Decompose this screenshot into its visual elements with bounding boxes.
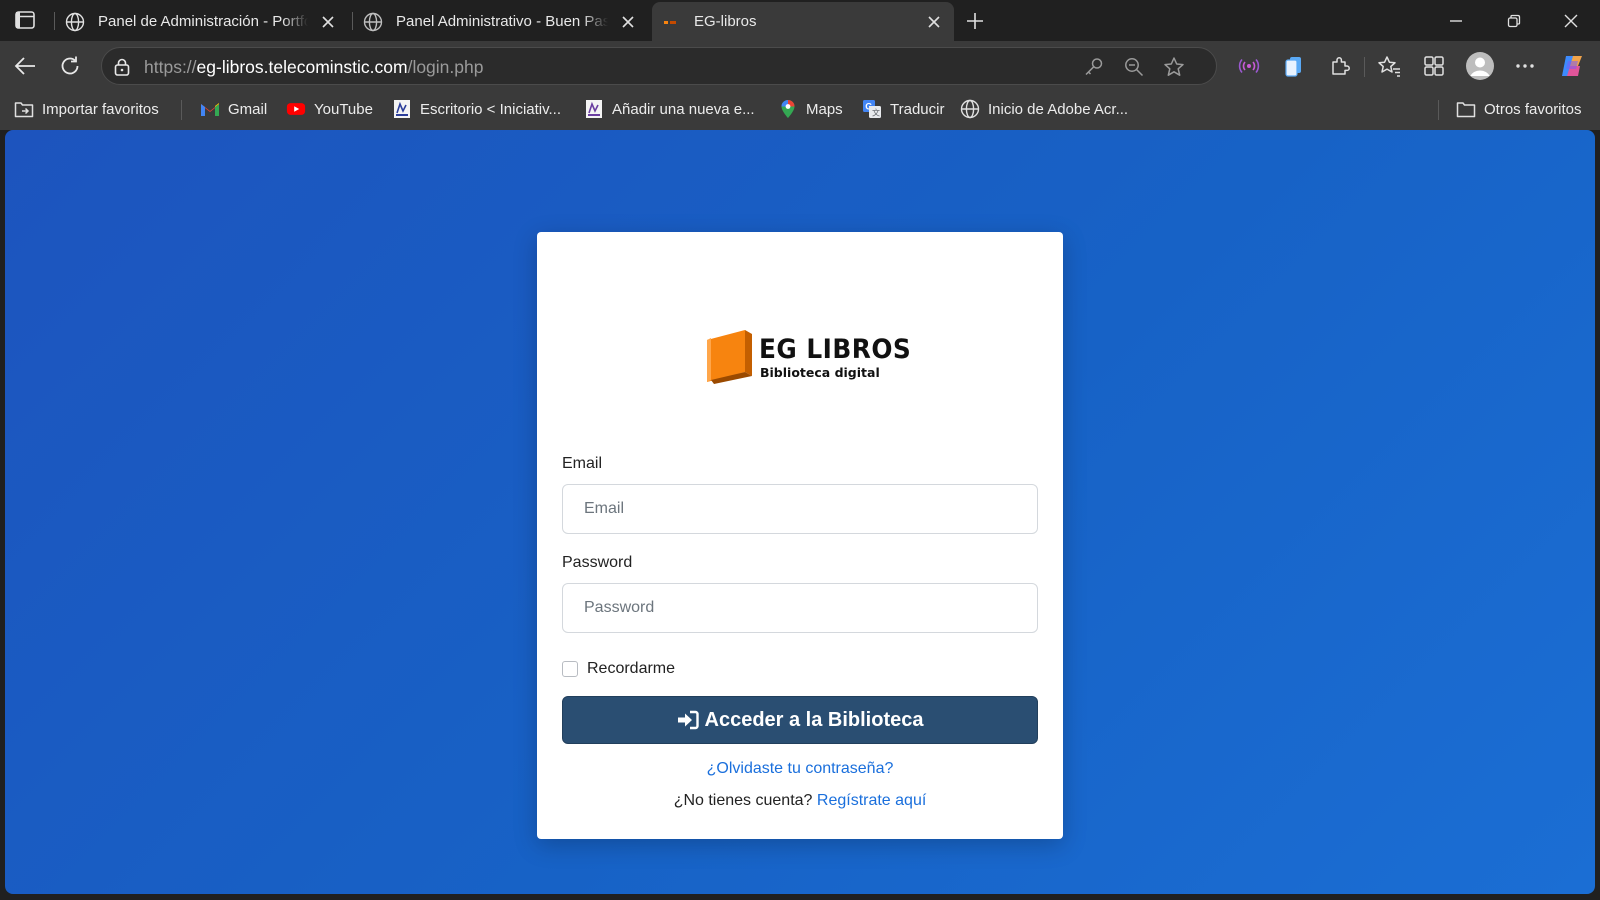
email-input[interactable] bbox=[562, 484, 1038, 534]
bookmark-label: Importar favoritos bbox=[42, 100, 159, 118]
zoom-out-icon[interactable] bbox=[1123, 56, 1145, 78]
restore-icon[interactable] bbox=[1500, 8, 1528, 34]
minimize-icon[interactable] bbox=[1442, 8, 1470, 34]
book-logo-icon bbox=[707, 330, 752, 384]
bookmark-label: Maps bbox=[806, 100, 843, 118]
password-key-icon[interactable] bbox=[1083, 56, 1105, 78]
bookmark-label: Escritorio < Iniciativ... bbox=[420, 100, 562, 118]
bookmark-separator bbox=[1438, 100, 1439, 120]
read-aloud-icon[interactable] bbox=[1236, 53, 1262, 79]
page-viewport: EG LIBROS Biblioteca digital Email Passw… bbox=[5, 130, 1595, 894]
globe-icon bbox=[64, 11, 86, 33]
globe-icon bbox=[362, 11, 384, 33]
bookmark-youtube[interactable]: YouTube bbox=[286, 97, 373, 121]
email-label: Email bbox=[562, 455, 603, 472]
login-submit-button[interactable]: Acceder a la Biblioteca bbox=[562, 696, 1038, 744]
tab-title: Panel Administrativo - Buen Pastor bbox=[396, 13, 608, 30]
bookmark-separator bbox=[181, 100, 182, 120]
translate-icon: G文 bbox=[862, 99, 882, 119]
url-scheme: https:// bbox=[144, 57, 197, 77]
browser-toolbar: https://eg-libros.telecominstic.com/logi… bbox=[0, 41, 1600, 89]
bookmark-gmail[interactable]: Gmail bbox=[200, 97, 267, 121]
register-row: ¿No tienes cuenta? Regístrate aquí bbox=[537, 792, 1063, 810]
tab-eg-libros[interactable]: EG-libros bbox=[652, 2, 954, 41]
password-label: Password bbox=[562, 554, 633, 571]
svg-text:文: 文 bbox=[872, 108, 880, 118]
tab-strip: Panel de Administración - Portfolio Pane… bbox=[0, 0, 1600, 41]
site-favicon bbox=[392, 99, 412, 119]
remember-me-label[interactable]: Recordarme bbox=[587, 660, 675, 678]
tab-panel-buen-pastor[interactable]: Panel Administrativo - Buen Pastor bbox=[354, 2, 648, 41]
bookmark-maps[interactable]: Maps bbox=[778, 97, 843, 121]
remember-me-checkbox[interactable] bbox=[562, 661, 578, 677]
logo-title: EG LIBROS bbox=[759, 334, 912, 365]
tab-panel-portfolio[interactable]: Panel de Administración - Portfolio bbox=[56, 2, 348, 41]
bookmark-escritorio[interactable]: Escritorio < Iniciativ... bbox=[392, 97, 561, 121]
new-tab-icon[interactable] bbox=[962, 8, 988, 34]
remember-me-row: Recordarme bbox=[562, 660, 675, 678]
register-link[interactable]: Regístrate aquí bbox=[817, 792, 926, 809]
tab-separator bbox=[54, 12, 55, 30]
tab-title: Panel de Administración - Portfolio bbox=[98, 13, 308, 30]
password-input[interactable] bbox=[562, 583, 1038, 633]
sign-in-icon bbox=[677, 709, 699, 731]
bookmark-label: YouTube bbox=[314, 100, 373, 118]
bookmark-label: Gmail bbox=[228, 100, 268, 118]
lock-icon[interactable] bbox=[112, 57, 132, 77]
collections-icon[interactable] bbox=[1281, 53, 1307, 79]
bookmark-label: Otros favoritos bbox=[1484, 100, 1582, 118]
favorite-star-icon[interactable] bbox=[1163, 56, 1185, 78]
eg-favicon bbox=[660, 11, 682, 33]
profile-avatar-icon[interactable] bbox=[1465, 51, 1495, 81]
gmail-icon bbox=[200, 99, 220, 119]
no-account-text: ¿No tienes cuenta? bbox=[673, 792, 813, 809]
eg-libros-logo: EG LIBROS Biblioteca digital bbox=[705, 328, 911, 388]
bookmark-import-favorites[interactable]: Importar favoritos bbox=[14, 97, 159, 121]
window-close-icon[interactable] bbox=[1557, 8, 1585, 34]
extensions-icon[interactable] bbox=[1327, 53, 1353, 79]
more-options-icon[interactable] bbox=[1512, 53, 1538, 79]
login-card: EG LIBROS Biblioteca digital Email Passw… bbox=[537, 232, 1063, 839]
url-host: eg-libros.telecominstic.com bbox=[196, 57, 408, 77]
workspaces-icon[interactable] bbox=[1421, 53, 1447, 79]
favorites-icon[interactable] bbox=[1376, 53, 1402, 79]
site-favicon bbox=[584, 99, 604, 119]
bookmark-label: Añadir una nueva e... bbox=[612, 100, 755, 118]
bookmark-traducir[interactable]: G文 Traducir bbox=[862, 97, 944, 121]
reload-icon[interactable] bbox=[56, 52, 84, 80]
youtube-icon bbox=[286, 99, 306, 119]
tab-title: EG-libros bbox=[694, 13, 757, 30]
login-submit-label: Acceder a la Biblioteca bbox=[704, 708, 924, 731]
close-icon[interactable] bbox=[924, 12, 944, 32]
tab-separator bbox=[352, 12, 353, 30]
globe-icon bbox=[960, 99, 980, 119]
sidebar-toggle-icon[interactable] bbox=[12, 9, 38, 31]
close-icon[interactable] bbox=[318, 12, 338, 32]
url-text: https://eg-libros.telecominstic.com/logi… bbox=[144, 57, 483, 78]
back-arrow-icon[interactable] bbox=[11, 52, 39, 80]
bookmark-other-favorites[interactable]: Otros favoritos bbox=[1456, 97, 1582, 121]
address-bar[interactable]: https://eg-libros.telecominstic.com/logi… bbox=[101, 47, 1217, 85]
bookmark-label: Inicio de Adobe Acr... bbox=[988, 100, 1129, 118]
close-icon[interactable] bbox=[618, 12, 638, 32]
logo-subtitle: Biblioteca digital bbox=[760, 365, 880, 380]
forgot-password-link[interactable]: ¿Olvidaste tu contraseña? bbox=[537, 760, 1063, 778]
import-favorites-icon bbox=[14, 99, 34, 119]
window-bottom-edge bbox=[0, 894, 1600, 900]
bookmarks-bar: Importar favoritos Gmail YouTube Escrito… bbox=[0, 89, 1600, 130]
copilot-icon[interactable] bbox=[1557, 51, 1587, 81]
bookmark-adobe-acrobat[interactable]: Inicio de Adobe Acr... bbox=[960, 97, 1128, 121]
folder-icon bbox=[1456, 99, 1476, 119]
toolbar-divider bbox=[1364, 57, 1365, 77]
url-path: /login.php bbox=[407, 57, 484, 77]
bookmark-label: Traducir bbox=[890, 100, 945, 118]
maps-icon bbox=[778, 99, 798, 119]
bookmark-anadir-entrada[interactable]: Añadir una nueva e... bbox=[584, 97, 755, 121]
